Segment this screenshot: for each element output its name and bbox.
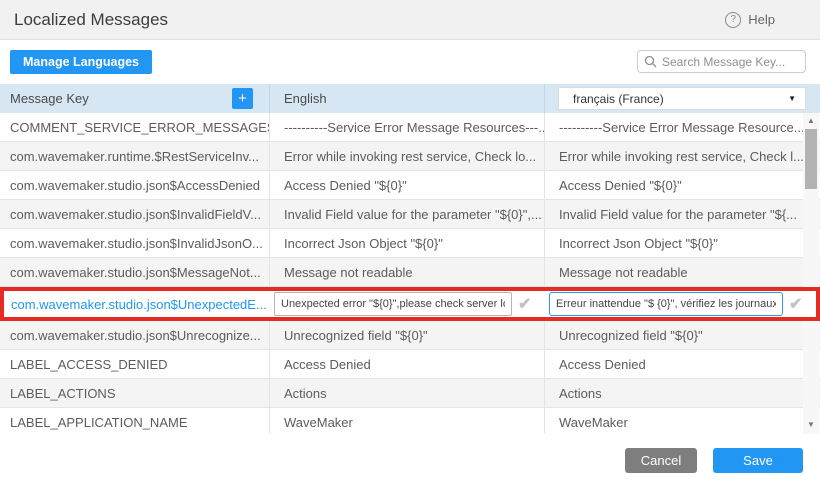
english-cell: ----------Service Error Message Resource… [270, 113, 545, 141]
table-row[interactable]: LABEL_ACCESS_DENIEDAccess DeniedAccess D… [0, 350, 820, 379]
confirm-check-icon[interactable]: ✔ [518, 294, 531, 314]
french-cell: Access Denied "${0}" [545, 171, 820, 199]
save-button[interactable]: Save [713, 448, 803, 473]
english-cell: Error while invoking rest service, Check… [270, 142, 545, 170]
french-edit-input[interactable] [549, 292, 783, 316]
english-cell: Unrecognized field "${0}" [270, 321, 545, 349]
en-edit-cell: ✔ [270, 291, 545, 317]
table-row[interactable]: COMMENT_SERVICE_ERROR_MESSAGES----------… [0, 113, 820, 142]
add-message-key-button[interactable]: + [232, 88, 253, 109]
help-icon: ? [725, 12, 741, 28]
message-key-cell: LABEL_ACCESS_DENIED [0, 350, 270, 378]
message-key-cell: LABEL_APPLICATION_NAME [0, 408, 270, 434]
message-key-cell: com.wavemaker.studio.json$InvalidFieldV.… [0, 200, 270, 228]
english-cell: Incorrect Json Object "${0}" [270, 229, 545, 257]
table-row-editing[interactable]: com.wavemaker.studio.json$UnexpectedE...… [0, 287, 820, 321]
footer: Cancel Save [0, 434, 820, 487]
search-box[interactable] [637, 50, 806, 73]
english-edit-input[interactable] [274, 292, 512, 316]
french-cell: Invalid Field value for the parameter "$… [545, 200, 820, 228]
titlebar: Localized Messages ? Help [0, 0, 820, 40]
column-header-language: français (France) ▼ [545, 84, 820, 113]
message-key-header-label: Message Key [10, 91, 89, 106]
page-title: Localized Messages [14, 10, 168, 30]
messages-table: Message Key + English français (France) … [0, 84, 820, 434]
french-cell: Error while invoking rest service, Check… [545, 142, 820, 170]
message-key-cell: LABEL_ACTIONS [0, 379, 270, 407]
french-cell: Incorrect Json Object "${0}" [545, 229, 820, 257]
help-label: Help [748, 12, 775, 27]
manage-languages-button[interactable]: Manage Languages [10, 50, 152, 74]
english-cell: Message not readable [270, 258, 545, 286]
confirm-check-icon[interactable]: ✔ [789, 294, 802, 314]
table-row[interactable]: com.wavemaker.studio.json$InvalidJsonO..… [0, 229, 820, 258]
table-row[interactable]: com.wavemaker.studio.json$AccessDeniedAc… [0, 171, 820, 200]
message-key-cell: com.wavemaker.studio.json$InvalidJsonO..… [0, 229, 270, 257]
french-cell: WaveMaker [545, 408, 820, 434]
message-key-cell: com.wavemaker.studio.json$MessageNot... [0, 258, 270, 286]
language-select[interactable]: français (France) ▼ [558, 87, 806, 110]
message-key-cell: com.wavemaker.runtime.$RestServiceInv... [0, 142, 270, 170]
chevron-down-icon: ▼ [788, 94, 796, 103]
table-header: Message Key + English français (France) … [0, 84, 820, 113]
english-cell: Access Denied [270, 350, 545, 378]
message-key-cell: com.wavemaker.studio.json$AccessDenied [0, 171, 270, 199]
table-row[interactable]: com.wavemaker.runtime.$RestServiceInv...… [0, 142, 820, 171]
cancel-button[interactable]: Cancel [625, 448, 697, 473]
scroll-up-icon[interactable]: ▲ [803, 114, 819, 128]
table-row[interactable]: com.wavemaker.studio.json$InvalidFieldV.… [0, 200, 820, 229]
english-header-label: English [284, 91, 327, 106]
french-cell: Unrecognized field "${0}" [545, 321, 820, 349]
column-header-english: English [270, 84, 545, 113]
english-cell: WaveMaker [270, 408, 545, 434]
fr-edit-cell: ✔ [545, 291, 816, 317]
message-key-cell: com.wavemaker.studio.json$Unrecognize... [0, 321, 270, 349]
message-key-cell: com.wavemaker.studio.json$UnexpectedE... [4, 291, 270, 317]
table-row[interactable]: LABEL_ACTIONSActionsActions [0, 379, 820, 408]
column-header-message-key: Message Key + [0, 84, 270, 113]
table-body: COMMENT_SERVICE_ERROR_MESSAGES----------… [0, 113, 820, 434]
language-select-value: français (France) [573, 92, 664, 106]
french-cell: Access Denied [545, 350, 820, 378]
toolbar: Manage Languages [0, 40, 820, 84]
vertical-scrollbar[interactable]: ▲ ▼ [803, 113, 819, 434]
english-cell: Access Denied "${0}" [270, 171, 545, 199]
search-input[interactable] [662, 55, 799, 69]
french-cell: Message not readable [545, 258, 820, 286]
table-row[interactable]: LABEL_APPLICATION_NAMEWaveMakerWaveMaker [0, 408, 820, 434]
message-key-cell: COMMENT_SERVICE_ERROR_MESSAGES [0, 113, 270, 141]
scroll-down-icon[interactable]: ▼ [803, 418, 819, 432]
english-cell: Invalid Field value for the parameter "$… [270, 200, 545, 228]
table-row[interactable]: com.wavemaker.studio.json$MessageNot...M… [0, 258, 820, 287]
help-link[interactable]: ? Help [725, 12, 775, 28]
search-icon [644, 55, 657, 68]
english-cell: Actions [270, 379, 545, 407]
table-row[interactable]: com.wavemaker.studio.json$Unrecognize...… [0, 321, 820, 350]
french-cell: ----------Service Error Message Resource… [545, 113, 820, 141]
scrollbar-thumb[interactable] [805, 129, 817, 189]
french-cell: Actions [545, 379, 820, 407]
